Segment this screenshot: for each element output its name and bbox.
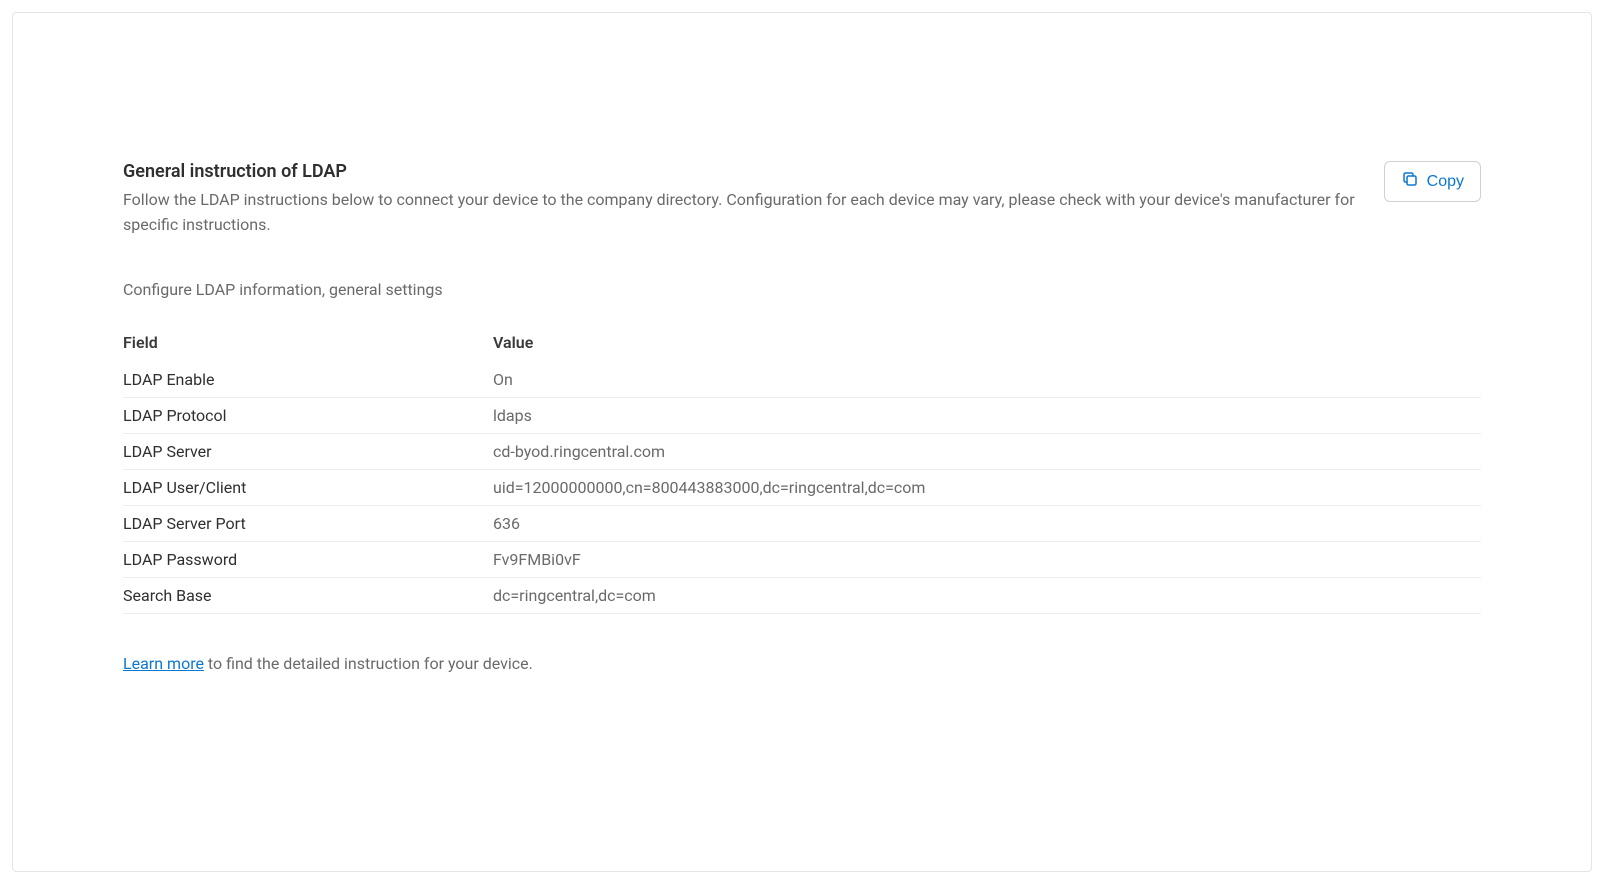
page-subtitle: Follow the LDAP instructions below to co…: [123, 188, 1364, 238]
section-label: Configure LDAP information, general sett…: [123, 280, 1481, 299]
field-label: LDAP Password: [123, 541, 493, 577]
field-label: LDAP Protocol: [123, 397, 493, 433]
table-row: LDAP Server Port 636: [123, 505, 1481, 541]
table-row: LDAP Protocol ldaps: [123, 397, 1481, 433]
table-header-value: Value: [493, 327, 1481, 362]
field-label: LDAP Server Port: [123, 505, 493, 541]
field-value: uid=12000000000,cn=800443883000,dc=ringc…: [493, 469, 1481, 505]
table-row: LDAP Enable On: [123, 362, 1481, 398]
learn-more-link[interactable]: Learn more: [123, 654, 204, 673]
header-row: General instruction of LDAP Follow the L…: [123, 161, 1481, 238]
ldap-settings-table: Field Value LDAP Enable On LDAP Protocol…: [123, 327, 1481, 614]
table-row: LDAP Server cd-byod.ringcentral.com: [123, 433, 1481, 469]
field-value: Fv9FMBi0vF: [493, 541, 1481, 577]
field-value: 636: [493, 505, 1481, 541]
field-label: LDAP Server: [123, 433, 493, 469]
table-row: LDAP User/Client uid=12000000000,cn=8004…: [123, 469, 1481, 505]
copy-button[interactable]: Copy: [1384, 161, 1481, 202]
field-label: LDAP Enable: [123, 362, 493, 398]
table-row: Search Base dc=ringcentral,dc=com: [123, 577, 1481, 613]
copy-icon: [1401, 170, 1419, 193]
field-value: dc=ringcentral,dc=com: [493, 577, 1481, 613]
field-value: On: [493, 362, 1481, 398]
ldap-instruction-panel: General instruction of LDAP Follow the L…: [12, 12, 1592, 872]
field-value: cd-byod.ringcentral.com: [493, 433, 1481, 469]
table-header-field: Field: [123, 327, 493, 362]
page-title: General instruction of LDAP: [123, 161, 1364, 182]
table-row: LDAP Password Fv9FMBi0vF: [123, 541, 1481, 577]
copy-button-label: Copy: [1427, 173, 1464, 191]
field-label: LDAP User/Client: [123, 469, 493, 505]
footer-text: Learn more to find the detailed instruct…: [123, 654, 1481, 673]
footer-suffix: to find the detailed instruction for you…: [204, 654, 533, 673]
field-label: Search Base: [123, 577, 493, 613]
field-value: ldaps: [493, 397, 1481, 433]
header-text: General instruction of LDAP Follow the L…: [123, 161, 1384, 238]
